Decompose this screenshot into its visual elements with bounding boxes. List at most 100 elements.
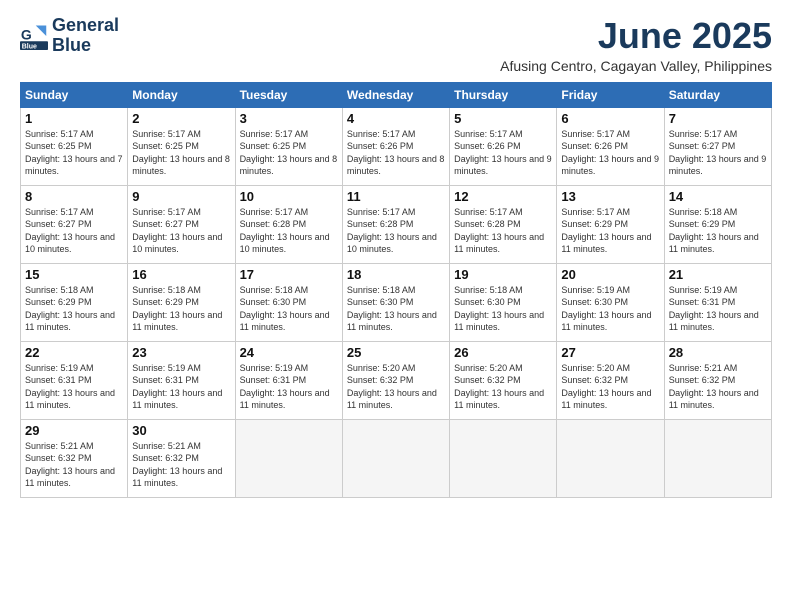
day-info: Sunrise: 5:17 AM Sunset: 6:25 PM Dayligh… bbox=[240, 128, 338, 178]
day-number: 26 bbox=[454, 345, 552, 360]
day-number: 3 bbox=[240, 111, 338, 126]
calendar-week-2: 8 Sunrise: 5:17 AM Sunset: 6:27 PM Daylig… bbox=[21, 185, 772, 263]
calendar-cell: 1 Sunrise: 5:17 AM Sunset: 6:25 PM Daylig… bbox=[21, 107, 128, 185]
calendar-cell: 28 Sunrise: 5:21 AM Sunset: 6:32 PM Dayli… bbox=[664, 341, 771, 419]
calendar-cell: 11Sunrise: 5:17 AM Sunset: 6:28 PM Dayli… bbox=[342, 185, 449, 263]
day-info: Sunrise: 5:18 AM Sunset: 6:30 PM Dayligh… bbox=[454, 284, 552, 334]
calendar-cell bbox=[450, 419, 557, 497]
calendar-cell: 2Sunrise: 5:17 AM Sunset: 6:25 PM Daylig… bbox=[128, 107, 235, 185]
col-thursday: Thursday bbox=[450, 82, 557, 107]
logo-line1: General bbox=[52, 16, 119, 36]
calendar-cell: 16Sunrise: 5:18 AM Sunset: 6:29 PM Dayli… bbox=[128, 263, 235, 341]
calendar-week-4: 22 Sunrise: 5:19 AM Sunset: 6:31 PM Dayli… bbox=[21, 341, 772, 419]
day-number: 23 bbox=[132, 345, 230, 360]
calendar-cell: 24 Sunrise: 5:19 AM Sunset: 6:31 PM Dayli… bbox=[235, 341, 342, 419]
svg-text:G: G bbox=[21, 26, 32, 42]
day-number: 24 bbox=[240, 345, 338, 360]
day-number: 12 bbox=[454, 189, 552, 204]
day-number: 19 bbox=[454, 267, 552, 282]
day-number: 17 bbox=[240, 267, 338, 282]
calendar-cell: 3 Sunrise: 5:17 AM Sunset: 6:25 PM Daylig… bbox=[235, 107, 342, 185]
svg-text:Blue: Blue bbox=[22, 43, 37, 50]
calendar-cell bbox=[235, 419, 342, 497]
day-info: Sunrise: 5:17 AM Sunset: 6:27 PM Dayligh… bbox=[669, 128, 767, 178]
calendar-cell: 10 Sunrise: 5:17 AM Sunset: 6:28 PM Dayli… bbox=[235, 185, 342, 263]
col-saturday: Saturday bbox=[664, 82, 771, 107]
day-info: Sunrise: 5:18 AM Sunset: 6:30 PM Dayligh… bbox=[240, 284, 338, 334]
calendar-cell: 15 Sunrise: 5:18 AM Sunset: 6:29 PM Dayli… bbox=[21, 263, 128, 341]
day-info: Sunrise: 5:19 AM Sunset: 6:31 PM Dayligh… bbox=[25, 362, 123, 412]
day-number: 10 bbox=[240, 189, 338, 204]
calendar-week-1: 1 Sunrise: 5:17 AM Sunset: 6:25 PM Daylig… bbox=[21, 107, 772, 185]
day-info: Sunrise: 5:19 AM Sunset: 6:30 PM Dayligh… bbox=[561, 284, 659, 334]
calendar-cell: 9Sunrise: 5:17 AM Sunset: 6:27 PM Daylig… bbox=[128, 185, 235, 263]
header-row: Sunday Monday Tuesday Wednesday Thursday… bbox=[21, 82, 772, 107]
day-info: Sunrise: 5:18 AM Sunset: 6:29 PM Dayligh… bbox=[669, 206, 767, 256]
day-info: Sunrise: 5:19 AM Sunset: 6:31 PM Dayligh… bbox=[669, 284, 767, 334]
day-info: Sunrise: 5:17 AM Sunset: 6:26 PM Dayligh… bbox=[347, 128, 445, 178]
day-number: 4 bbox=[347, 111, 445, 126]
calendar-cell bbox=[664, 419, 771, 497]
calendar-week-5: 29 Sunrise: 5:21 AM Sunset: 6:32 PM Dayli… bbox=[21, 419, 772, 497]
calendar-cell: 27Sunrise: 5:20 AM Sunset: 6:32 PM Dayli… bbox=[557, 341, 664, 419]
page: G Blue General Blue June 2025 Afusing Ce… bbox=[0, 0, 792, 612]
col-wednesday: Wednesday bbox=[342, 82, 449, 107]
day-info: Sunrise: 5:17 AM Sunset: 6:26 PM Dayligh… bbox=[561, 128, 659, 178]
day-info: Sunrise: 5:20 AM Sunset: 6:32 PM Dayligh… bbox=[561, 362, 659, 412]
calendar-table: Sunday Monday Tuesday Wednesday Thursday… bbox=[20, 82, 772, 498]
day-info: Sunrise: 5:19 AM Sunset: 6:31 PM Dayligh… bbox=[132, 362, 230, 412]
logo: G Blue General Blue bbox=[20, 16, 119, 56]
calendar-cell: 14 Sunrise: 5:18 AM Sunset: 6:29 PM Dayli… bbox=[664, 185, 771, 263]
day-number: 20 bbox=[561, 267, 659, 282]
day-info: Sunrise: 5:21 AM Sunset: 6:32 PM Dayligh… bbox=[669, 362, 767, 412]
day-info: Sunrise: 5:17 AM Sunset: 6:28 PM Dayligh… bbox=[240, 206, 338, 256]
day-number: 13 bbox=[561, 189, 659, 204]
day-info: Sunrise: 5:17 AM Sunset: 6:27 PM Dayligh… bbox=[132, 206, 230, 256]
day-info: Sunrise: 5:20 AM Sunset: 6:32 PM Dayligh… bbox=[347, 362, 445, 412]
day-info: Sunrise: 5:17 AM Sunset: 6:28 PM Dayligh… bbox=[454, 206, 552, 256]
day-info: Sunrise: 5:21 AM Sunset: 6:32 PM Dayligh… bbox=[132, 440, 230, 490]
day-info: Sunrise: 5:17 AM Sunset: 6:27 PM Dayligh… bbox=[25, 206, 123, 256]
day-number: 16 bbox=[132, 267, 230, 282]
day-info: Sunrise: 5:17 AM Sunset: 6:29 PM Dayligh… bbox=[561, 206, 659, 256]
day-number: 1 bbox=[25, 111, 123, 126]
calendar-cell: 13 Sunrise: 5:17 AM Sunset: 6:29 PM Dayli… bbox=[557, 185, 664, 263]
calendar-cell: 4 Sunrise: 5:17 AM Sunset: 6:26 PM Daylig… bbox=[342, 107, 449, 185]
day-info: Sunrise: 5:17 AM Sunset: 6:25 PM Dayligh… bbox=[132, 128, 230, 178]
col-friday: Friday bbox=[557, 82, 664, 107]
day-number: 7 bbox=[669, 111, 767, 126]
day-number: 29 bbox=[25, 423, 123, 438]
calendar-cell: 21 Sunrise: 5:19 AM Sunset: 6:31 PM Dayli… bbox=[664, 263, 771, 341]
col-sunday: Sunday bbox=[21, 82, 128, 107]
day-info: Sunrise: 5:17 AM Sunset: 6:25 PM Dayligh… bbox=[25, 128, 123, 178]
day-number: 30 bbox=[132, 423, 230, 438]
calendar-cell: 20 Sunrise: 5:19 AM Sunset: 6:30 PM Dayli… bbox=[557, 263, 664, 341]
col-tuesday: Tuesday bbox=[235, 82, 342, 107]
day-info: Sunrise: 5:19 AM Sunset: 6:31 PM Dayligh… bbox=[240, 362, 338, 412]
calendar-week-3: 15 Sunrise: 5:18 AM Sunset: 6:29 PM Dayli… bbox=[21, 263, 772, 341]
day-info: Sunrise: 5:21 AM Sunset: 6:32 PM Dayligh… bbox=[25, 440, 123, 490]
header: G Blue General Blue June 2025 Afusing Ce… bbox=[20, 16, 772, 74]
day-info: Sunrise: 5:18 AM Sunset: 6:29 PM Dayligh… bbox=[25, 284, 123, 334]
day-number: 21 bbox=[669, 267, 767, 282]
calendar-cell: 18Sunrise: 5:18 AM Sunset: 6:30 PM Dayli… bbox=[342, 263, 449, 341]
calendar-cell: 22 Sunrise: 5:19 AM Sunset: 6:31 PM Dayli… bbox=[21, 341, 128, 419]
day-info: Sunrise: 5:17 AM Sunset: 6:26 PM Dayligh… bbox=[454, 128, 552, 178]
title-block: June 2025 Afusing Centro, Cagayan Valley… bbox=[500, 16, 772, 74]
calendar-cell: 19 Sunrise: 5:18 AM Sunset: 6:30 PM Dayli… bbox=[450, 263, 557, 341]
logo-line2: Blue bbox=[52, 36, 119, 56]
calendar-cell: 23 Sunrise: 5:19 AM Sunset: 6:31 PM Dayli… bbox=[128, 341, 235, 419]
day-number: 15 bbox=[25, 267, 123, 282]
subtitle: Afusing Centro, Cagayan Valley, Philippi… bbox=[500, 58, 772, 74]
calendar-cell: 5 Sunrise: 5:17 AM Sunset: 6:26 PM Daylig… bbox=[450, 107, 557, 185]
day-number: 8 bbox=[25, 189, 123, 204]
calendar-cell: 30 Sunrise: 5:21 AM Sunset: 6:32 PM Dayli… bbox=[128, 419, 235, 497]
day-number: 22 bbox=[25, 345, 123, 360]
day-number: 14 bbox=[669, 189, 767, 204]
calendar-cell: 29 Sunrise: 5:21 AM Sunset: 6:32 PM Dayli… bbox=[21, 419, 128, 497]
day-number: 5 bbox=[454, 111, 552, 126]
day-number: 28 bbox=[669, 345, 767, 360]
calendar-cell: 26Sunrise: 5:20 AM Sunset: 6:32 PM Dayli… bbox=[450, 341, 557, 419]
day-number: 11 bbox=[347, 189, 445, 204]
calendar-cell: 6Sunrise: 5:17 AM Sunset: 6:26 PM Daylig… bbox=[557, 107, 664, 185]
